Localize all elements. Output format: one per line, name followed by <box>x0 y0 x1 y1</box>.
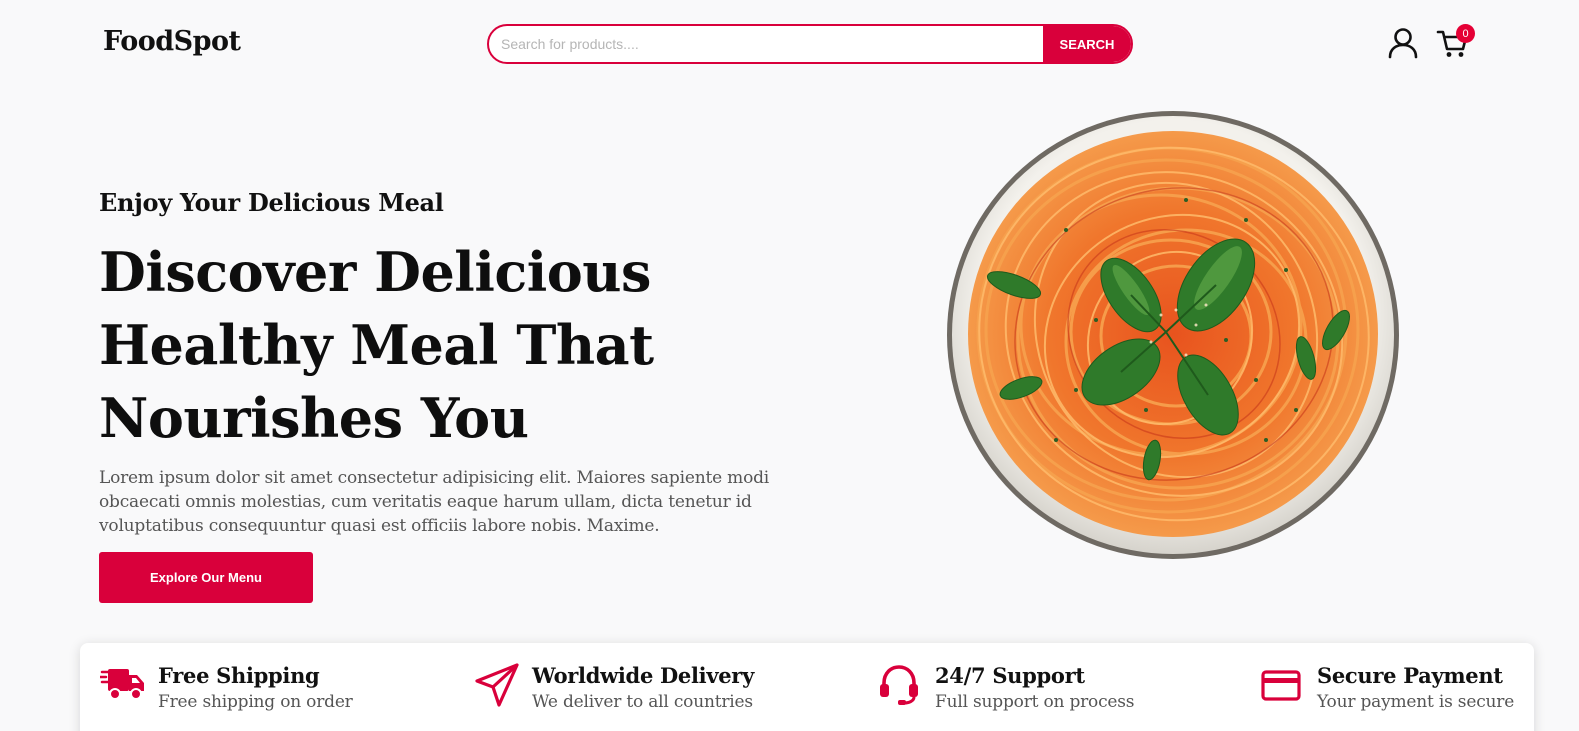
search-button[interactable]: SEARCH <box>1043 26 1131 62</box>
search-input[interactable] <box>489 26 1043 62</box>
headline-line: Healthy Meal That <box>99 313 654 377</box>
headline-line: Discover Delicious <box>99 240 651 304</box>
search-bar: SEARCH <box>487 24 1133 64</box>
feature-title: Worldwide Delivery <box>532 663 754 688</box>
headline-line: Nourishes You <box>99 386 529 450</box>
feature-subtitle: Your payment is secure <box>1317 692 1515 712</box>
feature-subtitle: We deliver to all countries <box>532 692 753 712</box>
headset-icon <box>880 665 918 705</box>
truck-icon <box>100 669 144 700</box>
spaghetti-plate-image <box>947 111 1399 559</box>
cart-button[interactable]: 0 <box>1436 24 1476 60</box>
paper-plane-icon <box>475 663 519 707</box>
hero-description: Lorem ipsum dolor sit amet consectetur a… <box>99 468 770 536</box>
credit-card-icon <box>1261 670 1301 701</box>
hero-headline: Discover Delicious Healthy Meal That Nou… <box>99 236 739 455</box>
features-bar: Free Shipping Free shipping on order Wor… <box>80 643 1534 731</box>
site-header: FoodSpot SEARCH 0 <box>0 0 1579 88</box>
feature-subtitle: Free shipping on order <box>158 692 353 712</box>
hero-eyebrow: Enjoy Your Delicious Meal <box>99 188 444 217</box>
cart-count-badge: 0 <box>1456 24 1475 43</box>
user-icon[interactable] <box>1386 26 1420 60</box>
feature-title: 24/7 Support <box>935 663 1085 688</box>
feature-title: Free Shipping <box>158 663 320 688</box>
site-logo[interactable]: FoodSpot <box>103 26 241 57</box>
feature-subtitle: Full support on process <box>935 692 1135 712</box>
feature-title: Secure Payment <box>1317 663 1503 688</box>
explore-menu-button[interactable]: Explore Our Menu <box>99 552 313 603</box>
